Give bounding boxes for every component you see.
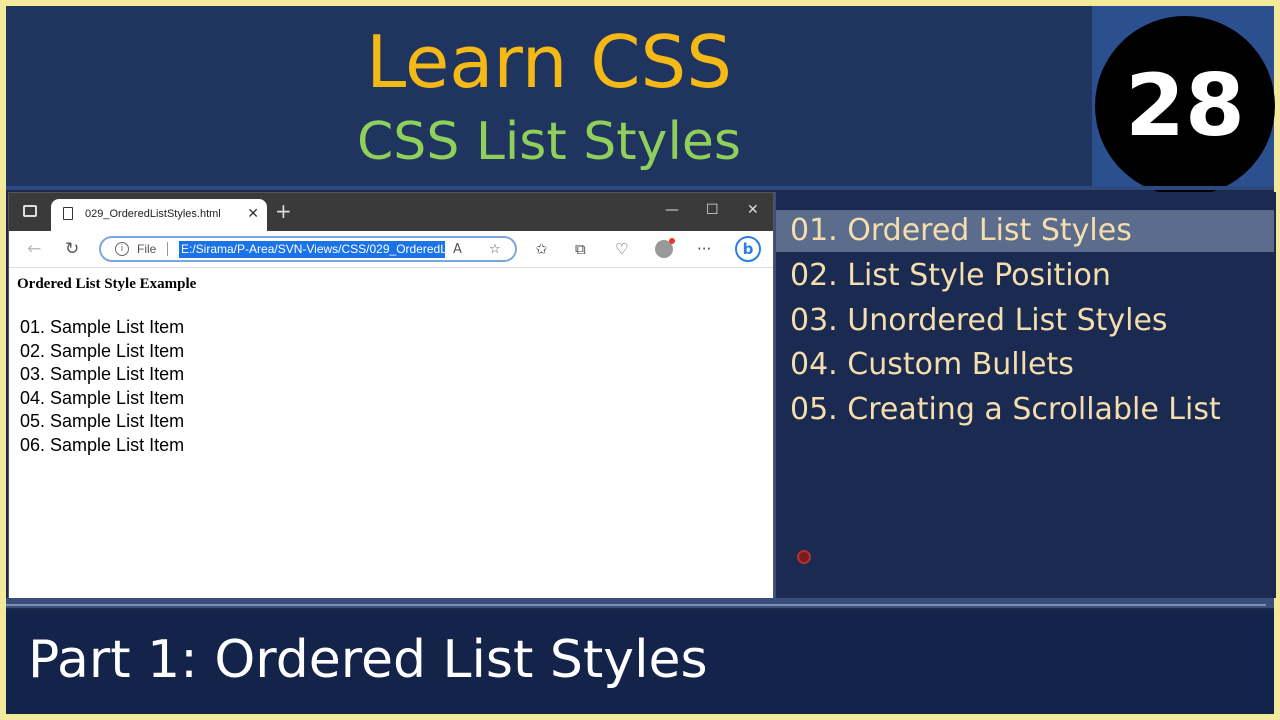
- tab-title: 029_OrderedListStyles.html: [85, 208, 221, 220]
- cursor-indicator: [797, 550, 811, 564]
- url-separator: [167, 242, 168, 256]
- topic-item-unordered-list-styles: 03. Unordered List Styles: [790, 303, 1168, 338]
- footer-divider: [6, 598, 1274, 608]
- tab-actions-icon[interactable]: [23, 205, 37, 217]
- close-tab-icon[interactable]: ✕: [247, 206, 259, 222]
- list-item: 04. Sample List Item: [20, 387, 185, 408]
- page-content: Ordered List Style Example 01. Sample Li…: [9, 268, 773, 599]
- new-tab-button[interactable]: +: [275, 201, 292, 221]
- minimize-icon[interactable]: —: [665, 202, 679, 218]
- more-menu-icon[interactable]: ···: [697, 240, 711, 258]
- back-icon[interactable]: ←: [27, 239, 41, 259]
- collections-icon[interactable]: ⧉: [575, 240, 586, 258]
- scheme-label: File: [137, 242, 157, 256]
- browser-window: 029_OrderedListStyles.html ✕ + — ☐ ✕ ← ↻…: [8, 192, 774, 600]
- file-icon: [63, 207, 73, 220]
- browser-tab[interactable]: 029_OrderedListStyles.html ✕: [51, 199, 267, 231]
- list-item: 06. Sample List Item: [20, 434, 185, 455]
- list-item: 03. Sample List Item: [20, 364, 185, 384]
- lesson-subtitle: CSS List Styles: [357, 112, 741, 172]
- address-toolbar: ← ↻ i File E:/Sirama/P-Area/SVN-Views/CS…: [9, 231, 773, 268]
- list-item: 01. Sample List Item: [20, 317, 185, 337]
- address-bar[interactable]: i File E:/Sirama/P-Area/SVN-Views/CSS/02…: [99, 236, 517, 262]
- list-item: 02. Sample List Item: [20, 340, 185, 361]
- episode-badge: 28: [1095, 16, 1275, 196]
- favorite-star-icon[interactable]: ☆: [489, 242, 501, 257]
- close-window-icon[interactable]: ✕: [747, 202, 759, 218]
- list-item: 05. Sample List Item: [20, 411, 185, 431]
- copilot-icon[interactable]: b: [735, 236, 761, 262]
- topic-item-scrollable-list: 05. Creating a Scrollable List: [790, 392, 1221, 427]
- favorites-icon[interactable]: ✩: [535, 240, 548, 258]
- footer-divider-line: [6, 604, 1266, 606]
- topic-item-ordered-list-styles: 01. Ordered List Styles: [776, 210, 1274, 252]
- read-aloud-icon[interactable]: A: [453, 242, 462, 257]
- notification-dot: [669, 238, 675, 244]
- course-title: Learn CSS: [366, 20, 732, 104]
- browser-essentials-icon[interactable]: ♡: [615, 240, 628, 258]
- info-icon[interactable]: i: [115, 242, 129, 256]
- video-frame: Learn CSS CSS List Styles 28 029_Ordered…: [6, 6, 1276, 714]
- url-text[interactable]: E:/Sirama/P-Area/SVN-Views/CSS/029_Order…: [179, 241, 445, 258]
- page-heading: Ordered List Style Example: [17, 276, 197, 292]
- topic-item-custom-bullets: 04. Custom Bullets: [790, 347, 1074, 382]
- header-banner: Learn CSS CSS List Styles: [6, 6, 1092, 186]
- topics-panel: 01. Ordered List Styles 02. List Style P…: [774, 192, 1276, 598]
- maximize-icon[interactable]: ☐: [706, 202, 719, 218]
- part-title: Part 1: Ordered List Styles: [28, 630, 708, 690]
- header-divider: [6, 186, 1274, 190]
- browser-tab-bar: 029_OrderedListStyles.html ✕ + — ☐ ✕: [9, 193, 773, 231]
- topic-item-list-style-position: 02. List Style Position: [790, 258, 1111, 293]
- refresh-icon[interactable]: ↻: [65, 239, 79, 259]
- ordered-list: 01. Sample List Item 02. Sample List Ite…: [20, 316, 184, 457]
- footer-banner: Part 1: Ordered List Styles: [6, 610, 1274, 714]
